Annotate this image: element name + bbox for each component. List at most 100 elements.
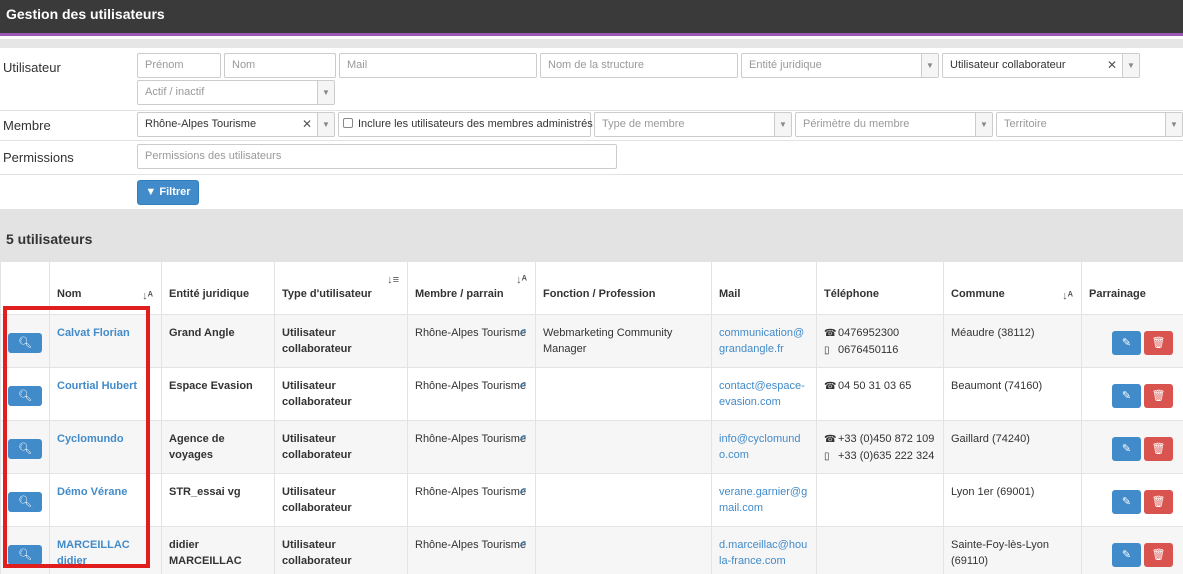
header-parrainage: Parrainage	[1081, 261, 1183, 315]
magnifier-icon[interactable]: 🔍︎	[8, 386, 42, 406]
mail-link[interactable]: contact@espace-evasion.com	[719, 380, 805, 408]
tel1: 0476952300	[838, 327, 900, 339]
filter-button-label: Filtrer	[159, 186, 191, 198]
structure-input[interactable]: Nom de la structure	[540, 53, 738, 78]
sort-alpha-icon[interactable]: ↓ᴬ	[516, 272, 527, 288]
permissions-input[interactable]: Permissions des utilisateurs	[137, 144, 617, 169]
table-row: 🔍︎ Courtial Hubert Espace Evasion Utilis…	[0, 367, 1183, 421]
chevron-down-icon: ▼	[1122, 54, 1139, 77]
header-nom[interactable]: Nom ↓ᴬ	[49, 261, 162, 315]
trash-icon[interactable]: 🗑︎	[1144, 543, 1173, 567]
user-link[interactable]: MARCEILLAC didier	[57, 539, 130, 567]
user-link[interactable]: Courtial Hubert	[57, 380, 137, 392]
telephone-cell: ☎ 0476952300 ▯ 0676450116	[816, 314, 944, 368]
membre-cell: Rhône-Alpes Tourisme ⇗	[407, 367, 536, 421]
checkbox-box[interactable]	[343, 118, 353, 128]
external-link-icon[interactable]: ⇗	[519, 484, 527, 500]
header-telephone: Téléphone	[816, 261, 944, 315]
entite-cell: Agence de voyages	[161, 420, 275, 474]
pencil-icon[interactable]: ✎	[1111, 490, 1141, 514]
membre-text: Rhône-Alpes Tourisme	[415, 380, 527, 392]
header-entite: Entité juridique	[161, 261, 275, 315]
actif-select[interactable]: Actif / inactif ▼	[137, 80, 335, 105]
chevron-down-icon: ▼	[317, 113, 334, 136]
perimetre-select[interactable]: Périmètre du membre ▼	[795, 112, 993, 137]
parrainage-cell: ✎ 🗑︎	[1081, 367, 1183, 421]
pencil-icon[interactable]: ✎	[1111, 331, 1141, 355]
user-link[interactable]: Calvat Florian	[57, 327, 130, 339]
external-link-icon[interactable]: ⇗	[519, 537, 527, 553]
inclure-checkbox[interactable]: Inclure les utilisateurs des membres adm…	[338, 112, 593, 137]
tel1: +33 (0)450 872 109	[838, 433, 935, 445]
pencil-icon[interactable]: ✎	[1111, 384, 1141, 408]
table-row: 🔍︎ Démo Vérane STR_essai vg Utilisateur …	[0, 473, 1183, 527]
utilisateur-label: Utilisateur	[3, 60, 61, 75]
divider	[0, 140, 1183, 141]
membre-text: Rhône-Alpes Tourisme	[415, 327, 527, 339]
sort-alpha-icon[interactable]: ↓ᴬ	[142, 288, 153, 304]
magnifier-icon[interactable]: 🔍︎	[8, 545, 42, 565]
filter-button[interactable]: ▼ Filtrer	[137, 180, 199, 205]
pencil-icon[interactable]: ✎	[1111, 543, 1141, 567]
parrainage-cell: ✎ 🗑︎	[1081, 473, 1183, 527]
external-link-icon[interactable]: ⇗	[519, 378, 527, 394]
clear-icon[interactable]: ✕	[302, 117, 312, 131]
membre-select[interactable]: Rhône-Alpes Tourisme ✕ ▼	[137, 112, 335, 137]
header-telephone-label: Téléphone	[824, 288, 880, 300]
type-membre-select[interactable]: Type de membre ▼	[594, 112, 792, 137]
mail-link[interactable]: info@cyclomundo.com	[719, 433, 800, 461]
territoire-select[interactable]: Territoire ▼	[996, 112, 1183, 137]
external-link-icon[interactable]: ⇗	[519, 431, 527, 447]
header-subbar	[0, 39, 1183, 48]
header-membre[interactable]: Membre / parrain ↓ᴬ	[407, 261, 536, 315]
clear-icon[interactable]: ✕	[1107, 58, 1117, 72]
header-type[interactable]: Type d'utilisateur ↓≡	[274, 261, 408, 315]
type-cell: Utilisateur collaborateur	[274, 420, 408, 474]
sort-alpha-icon[interactable]: ↓ᴬ	[1062, 288, 1073, 304]
nom-cell: Cyclomundo	[49, 420, 162, 474]
page-title: Gestion des utilisateurs	[6, 6, 165, 22]
user-link[interactable]: Cyclomundo	[57, 433, 124, 445]
entite-select[interactable]: Entité juridique ▼	[741, 53, 939, 78]
magnifier-icon[interactable]: 🔍︎	[8, 492, 42, 512]
funnel-icon: ▼	[145, 186, 157, 198]
nom-cell: Calvat Florian	[49, 314, 162, 368]
type-cell: Utilisateur collaborateur	[274, 526, 408, 574]
row-action-cell: 🔍︎	[0, 314, 50, 368]
mobile-icon: ▯	[824, 451, 830, 462]
parrainage-cell: ✎ 🗑︎	[1081, 420, 1183, 474]
magnifier-icon[interactable]: 🔍︎	[8, 439, 42, 459]
chevron-down-icon: ▼	[1165, 113, 1182, 136]
header-commune[interactable]: Commune ↓ᴬ	[943, 261, 1082, 315]
mail-link[interactable]: verane.garnier@gmail.com	[719, 486, 807, 514]
trash-icon[interactable]: 🗑︎	[1144, 331, 1173, 355]
pencil-icon[interactable]: ✎	[1111, 437, 1141, 461]
header-entite-label: Entité juridique	[169, 288, 250, 300]
mail-link[interactable]: d.marceillac@houla-france.com	[719, 539, 807, 567]
trash-icon[interactable]: 🗑︎	[1144, 384, 1173, 408]
trash-icon[interactable]: 🗑︎	[1144, 490, 1173, 514]
mail-link[interactable]: communication@grandangle.fr	[719, 327, 804, 355]
permissions-label: Permissions	[3, 150, 74, 165]
header-parrainage-label: Parrainage	[1089, 288, 1146, 300]
sort-icon[interactable]: ↓≡	[387, 272, 399, 288]
nom-input[interactable]: Nom	[224, 53, 336, 78]
telephone-cell: ☎ 04 50 31 03 65	[816, 367, 944, 421]
commune-cell: Lyon 1er (69001)	[943, 473, 1082, 527]
fonction-cell	[535, 473, 712, 527]
table-row: 🔍︎ Calvat Florian Grand Angle Utilisateu…	[0, 314, 1183, 368]
results-header: 5 utilisateurs	[0, 209, 1183, 261]
magnifier-icon[interactable]: 🔍︎	[8, 333, 42, 353]
user-link[interactable]: Démo Vérane	[57, 486, 127, 498]
mail-cell: d.marceillac@houla-france.com	[711, 526, 817, 574]
membre-text: Rhône-Alpes Tourisme	[415, 539, 527, 551]
prenom-input[interactable]: Prénom	[137, 53, 221, 78]
telephone-cell	[816, 526, 944, 574]
external-link-icon[interactable]: ⇗	[519, 325, 527, 341]
table-row: 🔍︎ Cyclomundo Agence de voyages Utilisat…	[0, 420, 1183, 474]
type-utilisateur-select[interactable]: Utilisateur collaborateur ✕ ▼	[942, 53, 1140, 78]
mail-input[interactable]: Mail	[339, 53, 537, 78]
divider	[0, 174, 1183, 175]
trash-icon[interactable]: 🗑︎	[1144, 437, 1173, 461]
perimetre-value: Périmètre du membre	[803, 118, 910, 130]
